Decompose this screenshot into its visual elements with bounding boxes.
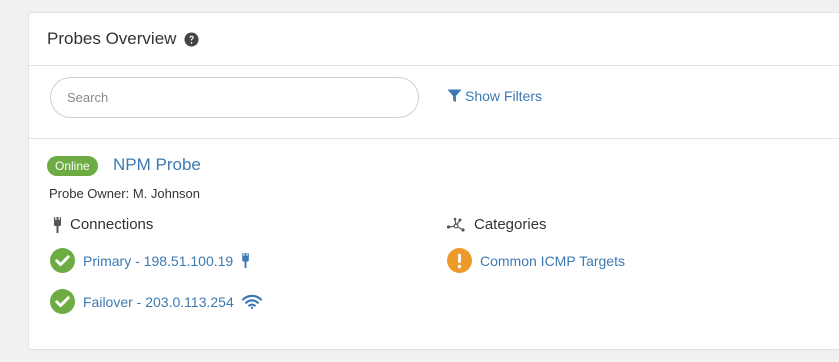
panel-header: Probes Overview: [29, 13, 839, 66]
check-circle-icon: [50, 289, 75, 314]
categories-heading-label: Categories: [474, 216, 547, 233]
probes-overview-panel: Probes Overview Show Filters Online NPM …: [28, 12, 839, 350]
check-circle-icon: [50, 248, 75, 273]
category-link[interactable]: Common ICMP Targets: [480, 253, 625, 269]
question-circle-icon[interactable]: [184, 31, 199, 47]
connections-heading: Connections: [53, 216, 153, 233]
show-filters-button[interactable]: Show Filters: [447, 88, 542, 104]
ethernet-plug-icon: [242, 253, 249, 268]
search-input[interactable]: [50, 77, 419, 118]
warning-circle-icon: [447, 248, 472, 273]
probe-owner: Probe Owner: M. Johnson: [49, 186, 201, 201]
connection-primary-link[interactable]: Primary - 198.51.100.19: [83, 253, 233, 269]
probe-name-link[interactable]: NPM Probe: [113, 155, 201, 175]
status-badge: Online: [47, 156, 98, 176]
connection-failover-link[interactable]: Failover - 203.0.113.254: [83, 294, 234, 310]
wifi-icon: [241, 294, 262, 309]
search-toolbar: Show Filters: [29, 66, 839, 139]
category-item: Common ICMP Targets: [447, 248, 625, 273]
filter-funnel-icon: [447, 89, 462, 103]
panel-title: Probes Overview: [47, 29, 177, 48]
connection-failover: Failover - 203.0.113.254: [50, 289, 262, 314]
connections-heading-label: Connections: [70, 216, 154, 233]
categories-heading: Categories: [446, 216, 547, 233]
show-filters-label: Show Filters: [465, 88, 543, 104]
ethernet-plug-icon: [54, 216, 61, 233]
network-nodes-icon: [446, 217, 465, 232]
connection-primary: Primary - 198.51.100.19: [50, 248, 250, 273]
